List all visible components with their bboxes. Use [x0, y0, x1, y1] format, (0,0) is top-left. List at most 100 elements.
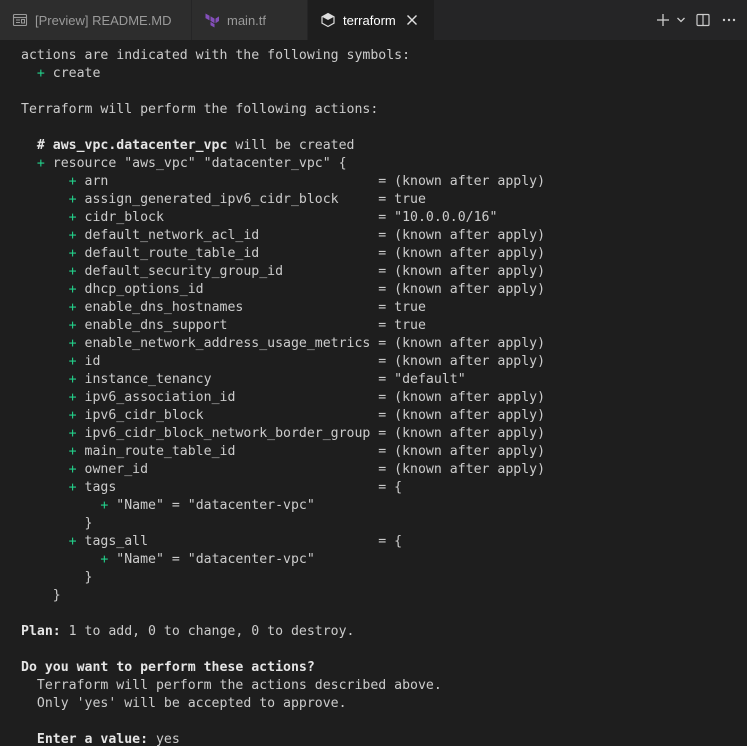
- plus-symbol: +: [68, 282, 77, 297]
- plus-symbol: +: [68, 318, 77, 333]
- bold-text: # aws_vpc.datacenter_vpc: [36, 138, 228, 153]
- plus-symbol: +: [36, 66, 45, 81]
- line-text: assign_generated_ipv6_cidr_block = true: [76, 192, 426, 207]
- line-text: Only 'yes' will be accepted to approve.: [36, 696, 347, 711]
- terminal-line: + create: [21, 65, 545, 83]
- tab-label: main.tf: [227, 12, 267, 28]
- line-text: id = (known after apply): [76, 354, 546, 369]
- tab-main-tf[interactable]: main.tf: [192, 0, 308, 40]
- terminal-line: Plan: 1 to add, 0 to change, 0 to destro…: [21, 623, 545, 641]
- line-text: enable_dns_support = true: [76, 318, 426, 333]
- line-text: 1 to add, 0 to change, 0 to destroy.: [60, 624, 355, 639]
- split-terminal-icon[interactable]: [693, 9, 713, 31]
- terminal-line: # aws_vpc.datacenter_vpc will be created: [21, 137, 545, 155]
- line-text: arn = (known after apply): [76, 174, 546, 189]
- terminal-line: Do you want to perform these actions?: [21, 659, 545, 677]
- terminal-line: }: [21, 515, 545, 533]
- tab-terraform-terminal[interactable]: terraform: [308, 0, 435, 40]
- terminal-line: Enter a value: yes: [21, 731, 545, 746]
- plus-symbol: +: [68, 336, 77, 351]
- plus-symbol: +: [68, 408, 77, 423]
- terminal-line: + assign_generated_ipv6_cidr_block = tru…: [21, 191, 545, 209]
- more-icon[interactable]: [719, 9, 739, 31]
- line-text: enable_dns_hostnames = true: [76, 300, 426, 315]
- line-text: "Name" = "datacenter-vpc": [108, 498, 315, 513]
- terminal-line: + instance_tenancy = "default": [21, 371, 545, 389]
- line-text: will be created: [227, 138, 355, 153]
- plus-symbol: +: [68, 426, 77, 441]
- line-text: resource "aws_vpc" "datacenter_vpc" {: [44, 156, 347, 171]
- line-text: ipv6_cidr_block = (known after apply): [76, 408, 546, 423]
- line-text: enable_network_address_usage_metrics = (…: [76, 336, 546, 351]
- terminal-line: + ipv6_cidr_block_network_border_group =…: [21, 425, 545, 443]
- plus-symbol: +: [68, 300, 77, 315]
- terminal-line: + arn = (known after apply): [21, 173, 545, 191]
- preview-icon: [12, 12, 28, 28]
- terminal-line: }: [21, 569, 545, 587]
- terminal-line: + "Name" = "datacenter-vpc": [21, 497, 545, 515]
- terminal-actions: [653, 0, 739, 40]
- terminal-line: + ipv6_association_id = (known after app…: [21, 389, 545, 407]
- terminal-line: + default_network_acl_id = (known after …: [21, 227, 545, 245]
- bold-text: Enter a value:: [36, 732, 149, 746]
- new-terminal-icon[interactable]: [653, 9, 673, 31]
- terminal-line: + id = (known after apply): [21, 353, 545, 371]
- terminal-line: + resource "aws_vpc" "datacenter_vpc" {: [21, 155, 545, 173]
- chevron-down-icon[interactable]: [675, 9, 687, 31]
- terminal-line: + tags_all = {: [21, 533, 545, 551]
- plus-symbol: +: [68, 534, 77, 549]
- plus-symbol: +: [68, 480, 77, 495]
- plus-symbol: +: [68, 210, 77, 225]
- line-text: Terraform will perform the actions descr…: [36, 678, 442, 693]
- tab-readme-preview[interactable]: [Preview] README.MD: [0, 0, 192, 40]
- plus-symbol: +: [68, 444, 77, 459]
- plus-symbol: +: [68, 354, 77, 369]
- line-text: instance_tenancy = "default": [76, 372, 466, 387]
- terminal-line: + "Name" = "datacenter-vpc": [21, 551, 545, 569]
- terminal-line: + default_route_table_id = (known after …: [21, 245, 545, 263]
- line-text: default_security_group_id = (known after…: [76, 264, 546, 279]
- plus-symbol: +: [36, 156, 45, 171]
- line-text: tags_all = {: [76, 534, 403, 549]
- terminal-line: + cidr_block = "10.0.0.0/16": [21, 209, 545, 227]
- terminal-panel[interactable]: actions are indicated with the following…: [0, 40, 747, 746]
- line-text: dhcp_options_id = (known after apply): [76, 282, 546, 297]
- line-text: cidr_block = "10.0.0.0/16": [76, 210, 498, 225]
- plus-symbol: +: [68, 264, 77, 279]
- line-text: yes: [148, 732, 180, 746]
- line-text: "Name" = "datacenter-vpc": [108, 552, 315, 567]
- terminal-line: Only 'yes' will be accepted to approve.: [21, 695, 545, 713]
- close-icon[interactable]: [404, 12, 420, 28]
- line-text: ipv6_cidr_block_network_border_group = (…: [76, 426, 546, 441]
- terminal-line: + ipv6_cidr_block = (known after apply): [21, 407, 545, 425]
- editor-tab-bar: [Preview] README.MD main.tf terraform: [0, 0, 747, 40]
- line-text: ipv6_association_id = (known after apply…: [76, 390, 546, 405]
- terminal-output: actions are indicated with the following…: [21, 47, 545, 746]
- line-text: tags = {: [76, 480, 403, 495]
- line-text: create: [44, 66, 101, 81]
- terminal-line: + enable_network_address_usage_metrics =…: [21, 335, 545, 353]
- terminal-line: actions are indicated with the following…: [21, 47, 545, 65]
